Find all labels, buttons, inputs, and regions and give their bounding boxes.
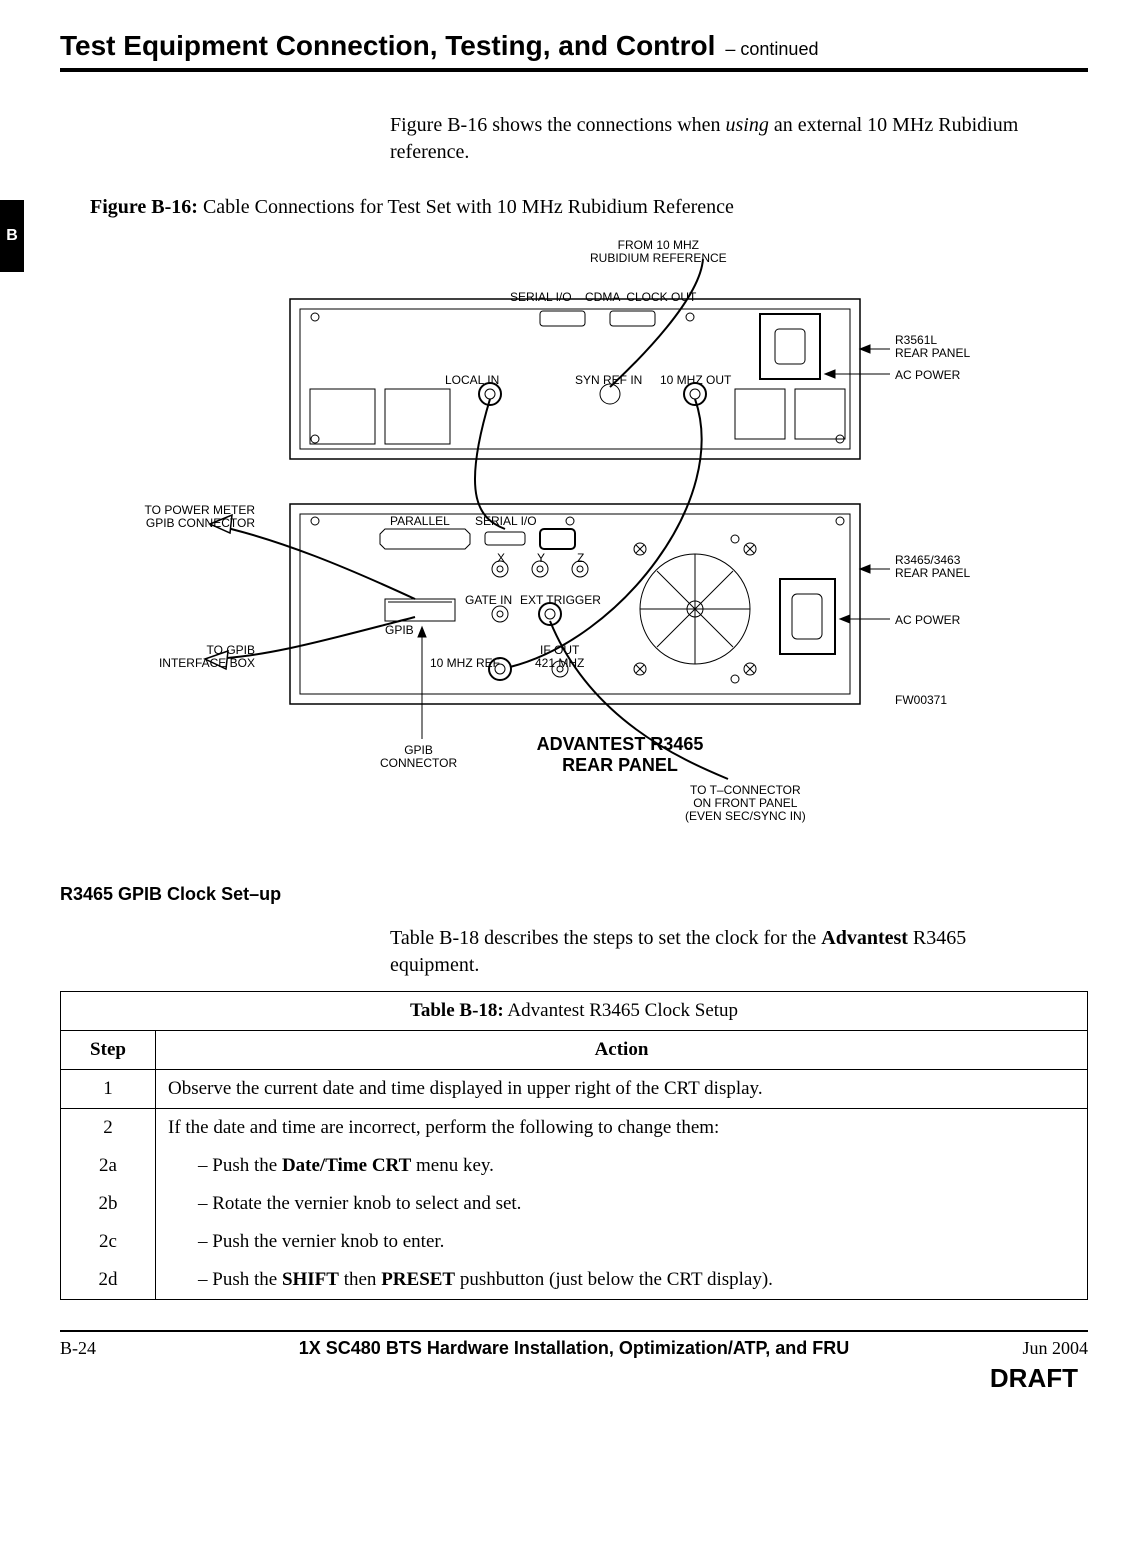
step-2b: 2b [61,1185,156,1223]
lbl-10mhz-ref: 10 MHZ REF [430,657,500,670]
lbl-10mhz-out: 10 MHZ OUT [660,374,731,387]
clock-setup-table: Table B-18: Advantest R3465 Clock Setup … [60,991,1088,1300]
table-row: 2 If the date and time are incorrect, pe… [61,1109,1088,1148]
lbl-to-gpib-box: TO GPIB INTERFACE BOX [100,644,255,670]
page-footer: B-24 1X SC480 BTS Hardware Installation,… [60,1330,1088,1394]
figure-number: Figure B-16: [90,196,198,218]
table-row: 2d – Push the SHIFT then PRESET pushbutt… [61,1261,1088,1300]
lbl-ac-power-bot: AC POWER [895,614,960,627]
lbl-to-power-meter: TO POWER METER GPIB CONNECTOR [100,504,255,530]
lbl-z: Z [577,552,584,565]
figure-caption: Figure B-16: Cable Connections for Test … [90,196,1088,219]
table-intro-bold: Advantest [821,927,908,949]
lbl-advantest-title: ADVANTEST R3465 REAR PANEL [510,734,730,776]
lbl-gpib: GPIB [385,624,414,637]
footer-date: Jun 2004 [938,1338,1088,1359]
lbl-ac-power-top: AC POWER [895,369,960,382]
page-title-continued: – continued [725,39,818,60]
step-2: 2 [61,1109,156,1148]
lbl-gate-in: GATE IN [465,594,512,607]
lbl-serial-io-top: SERIAL I/O [510,291,572,304]
action-2c: – Push the vernier knob to enter. [168,1231,444,1253]
lbl-y: Y [537,552,545,565]
action-1: Observe the current date and time displa… [156,1070,1088,1109]
lbl-to-t-connector: TO T–CONNECTOR ON FRONT PANEL (EVEN SEC/… [685,784,806,824]
table-row: 1 Observe the current date and time disp… [61,1070,1088,1109]
page-title: Test Equipment Connection, Testing, and … [60,30,715,62]
subheading: R3465 GPIB Clock Set–up [60,884,1088,905]
side-tab: B [0,200,24,272]
side-tab-letter: B [0,224,24,248]
intro-paragraph: Figure B-16 shows the connections when u… [390,112,1028,166]
lbl-r3561l: R3561L REAR PANEL [895,334,970,360]
page-header: Test Equipment Connection, Testing, and … [60,30,1088,62]
lbl-gpib-connector: GPIB CONNECTOR [380,744,457,770]
step-2a: 2a [61,1147,156,1185]
step-2c: 2c [61,1223,156,1261]
lbl-from-rubidium: FROM 10 MHZ RUBIDIUM REFERENCE [590,239,727,265]
table-row: 2b – Rotate the vernier knob to select a… [61,1185,1088,1223]
table-header-row: Step Action [61,1031,1088,1070]
col-step: Step [61,1031,156,1070]
action-2: If the date and time are incorrect, perf… [156,1109,1088,1148]
lbl-r3465: R3465/3463 REAR PANEL [895,554,970,580]
lbl-local-in: LOCAL IN [445,374,499,387]
action-2a: – Push the Date/Time CRT menu key. [168,1155,494,1177]
connection-diagram: FROM 10 MHZ RUBIDIUM REFERENCE SERIAL I/… [140,239,1040,859]
footer-page-number: B-24 [60,1338,210,1359]
footer-doc-title: 1X SC480 BTS Hardware Installation, Opti… [210,1338,938,1359]
lbl-cdma-clock: CDMA CLOCK OUT [585,291,696,304]
table-intro: Table B-18 describes the steps to set th… [390,925,1028,979]
lbl-syn-ref: SYN REF IN [575,374,642,387]
footer-draft: DRAFT [60,1363,1088,1394]
table-title-row: Table B-18: Advantest R3465 Clock Setup [61,992,1088,1031]
table-intro-pre: Table B-18 describes the steps to set th… [390,927,821,949]
col-action: Action [156,1031,1088,1070]
table-row: 2a – Push the Date/Time CRT menu key. [61,1147,1088,1185]
header-rule [60,68,1088,72]
step-1: 1 [61,1070,156,1109]
table-title-bold: Table B-18: [410,1000,504,1021]
action-2b: – Rotate the vernier knob to select and … [168,1193,521,1215]
figure-caption-text: Cable Connections for Test Set with 10 M… [198,196,734,218]
table-row: 2c – Push the vernier knob to enter. [61,1223,1088,1261]
intro-em: using [726,114,769,136]
lbl-x: X [497,552,505,565]
step-2d: 2d [61,1261,156,1300]
table-title-rest: Advantest R3465 Clock Setup [504,1000,738,1021]
lbl-ext-trigger: EXT TRIGGER [520,594,601,607]
lbl-parallel: PARALLEL [390,515,450,528]
lbl-fw: FW00371 [895,694,947,707]
action-2d: – Push the SHIFT then PRESET pushbutton … [168,1269,773,1291]
intro-pre: Figure B-16 shows the connections when [390,114,726,136]
lbl-serial-io-bot: SERIAL I/O [475,515,537,528]
lbl-if-out: IF OUT 421 MHZ [535,644,584,670]
